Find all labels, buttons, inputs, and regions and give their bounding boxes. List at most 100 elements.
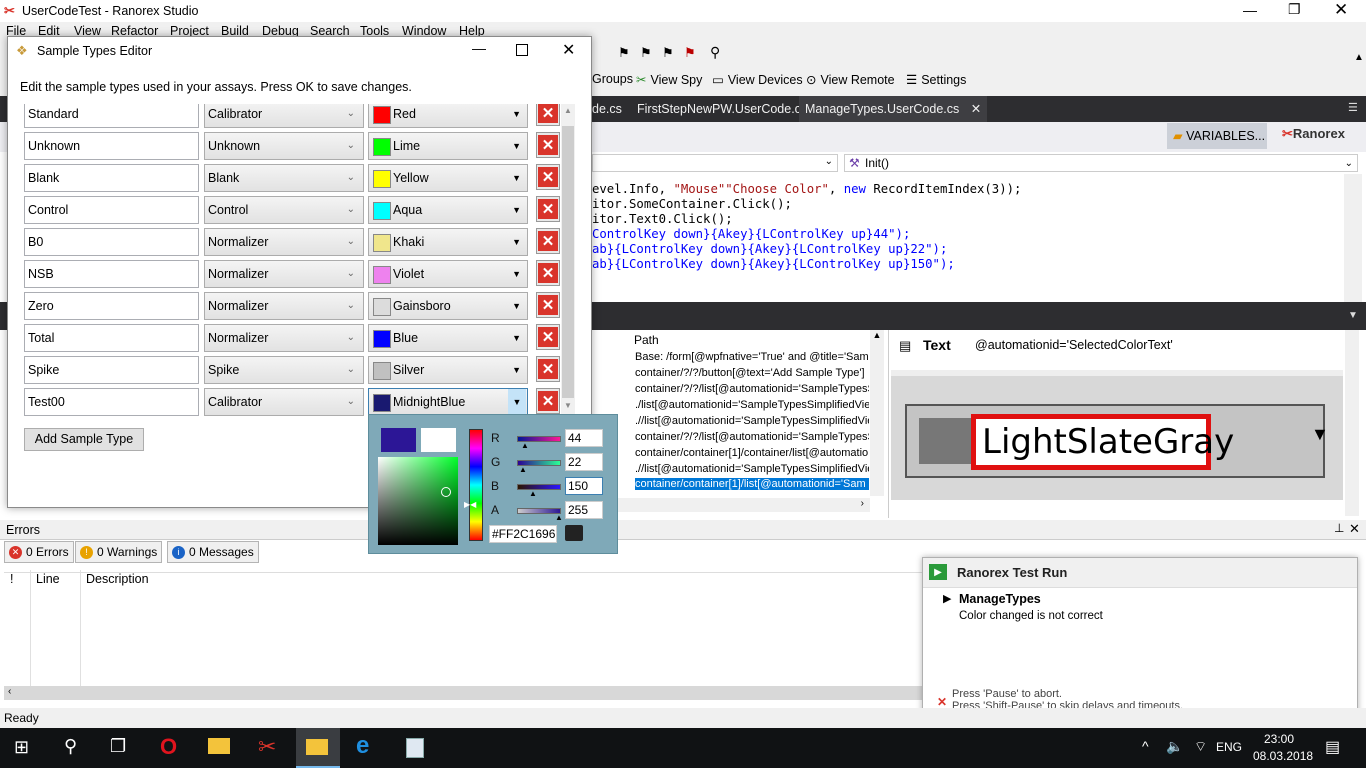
name-field[interactable]: Zero [24, 292, 199, 320]
file-explorer-icon[interactable] [208, 738, 230, 754]
current-color-swatch[interactable] [381, 428, 416, 452]
tab-close-icon[interactable]: ✕ [971, 102, 981, 116]
type-combo[interactable]: Calibrator ⌄ [204, 104, 364, 128]
saturation-value-area[interactable] [378, 457, 458, 545]
type-combo[interactable]: Normalizer ⌄ [204, 228, 364, 256]
color-combo-open[interactable]: MidnightBlue ▼ [368, 388, 528, 416]
color-combo[interactable]: Red ▼ [368, 104, 528, 128]
color-combo[interactable]: Blue ▼ [368, 324, 528, 352]
view-devices-button[interactable]: ▭ View Devices [712, 72, 803, 88]
blue-input[interactable]: 150 [565, 477, 603, 495]
messages-filter-button[interactable]: i0 Messages [167, 541, 259, 563]
tab-list-icon[interactable]: ☰ [1348, 101, 1358, 114]
type-combo[interactable]: Normalizer ⌄ [204, 292, 364, 320]
view-spy-button[interactable]: ✂ View Spy [636, 72, 702, 88]
tray-chevron-icon[interactable]: ^ [1142, 738, 1149, 754]
paths-hscrollbar[interactable]: › [592, 498, 870, 512]
editor-vscrollbar[interactable] [1344, 174, 1362, 302]
column-description[interactable]: Description [86, 572, 149, 586]
variables-button[interactable]: ▰ VARIABLES... [1167, 123, 1267, 149]
close-button[interactable]: ✕ [1334, 0, 1348, 20]
type-combo[interactable]: Normalizer ⌄ [204, 260, 364, 288]
path-row[interactable]: container/?/?/list[@automationid='Sample… [635, 383, 869, 395]
green-thumb[interactable]: ▲ [519, 465, 527, 474]
type-combo[interactable]: Calibrator ⌄ [204, 388, 364, 416]
folder-active-icon[interactable] [296, 728, 340, 768]
path-row[interactable]: Base: /form[@wpfnative='True' and @title… [635, 351, 869, 363]
minimize-button[interactable]: — [1243, 2, 1257, 18]
tab-firststepnewpw[interactable]: FirstStepNewPW.UserCode.cs [631, 96, 813, 122]
search-icon[interactable]: ⚲ [64, 736, 77, 757]
delete-button[interactable]: ✕ [536, 292, 560, 318]
add-sample-type-button[interactable]: Add Sample Type [24, 428, 144, 451]
expand-icon[interactable]: ▶ [943, 592, 951, 605]
toolbar-overflow-icon[interactable]: ▲ [1354, 52, 1364, 63]
tab-usercode-partial[interactable]: de.cs [586, 96, 628, 122]
close-icon[interactable]: ✕ [1349, 521, 1360, 537]
delete-button[interactable]: ✕ [536, 324, 560, 350]
tab-managetypes[interactable]: ManageTypes.UserCode.cs ✕ [799, 96, 988, 122]
type-combo[interactable]: Normalizer ⌄ [204, 324, 364, 352]
settings-button[interactable]: ☰ Settings [906, 72, 966, 88]
task-view-icon[interactable]: ❐ [110, 736, 126, 757]
path-row[interactable]: container/?/?/button[@text='Add Sample T… [635, 367, 869, 379]
delete-button[interactable]: ✕ [536, 228, 560, 254]
network-icon[interactable]: ⌔ [1194, 738, 1207, 756]
ranorex-taskbar-icon[interactable]: ✂ [258, 734, 276, 760]
name-field[interactable]: Standard [24, 104, 199, 128]
volume-icon[interactable]: 🔈 [1166, 738, 1183, 755]
color-combo[interactable]: Silver ▼ [368, 356, 528, 384]
restore-button[interactable]: ❐ [1288, 1, 1301, 18]
blue-slider[interactable] [517, 484, 561, 490]
flag-clear-icon[interactable]: ⚑ [684, 45, 696, 61]
path-row-selected[interactable]: container/container[1]/list[@automationi… [635, 478, 869, 490]
warnings-filter-button[interactable]: ! 0 Warnings [75, 541, 163, 563]
path-row[interactable]: .//list[@automationid='SampleTypesSimpli… [635, 415, 869, 427]
red-thumb[interactable]: ▲ [521, 441, 529, 450]
notepad-icon[interactable] [406, 738, 424, 758]
eyedropper-button[interactable] [565, 525, 583, 541]
scrollbar-thumb[interactable] [562, 126, 574, 398]
delete-button[interactable]: ✕ [536, 356, 560, 382]
blue-thumb[interactable]: ▲ [529, 489, 537, 498]
minimize-button[interactable]: — [472, 40, 486, 56]
name-field[interactable]: Total [24, 324, 199, 352]
delete-button[interactable]: ✕ [536, 164, 560, 190]
name-field[interactable]: Spike [24, 356, 199, 384]
paths-vscrollbar[interactable]: ▲ [870, 330, 884, 496]
type-combo[interactable]: Spike ⌄ [204, 356, 364, 384]
column-bang[interactable]: ! [10, 572, 13, 586]
delete-button[interactable]: ✕ [536, 260, 560, 286]
edge-icon[interactable]: e [356, 732, 369, 760]
opera-icon[interactable]: O [160, 734, 177, 760]
color-combo[interactable]: Khaki ▼ [368, 228, 528, 256]
path-row[interactable]: container/?/?/list[@automationid='Sample… [635, 431, 869, 443]
alpha-thumb[interactable]: ▲ [555, 513, 563, 522]
previous-color-swatch[interactable] [421, 428, 456, 452]
hex-input[interactable]: #FF2C1696 [489, 525, 557, 543]
flag-next-icon[interactable]: ⚑ [662, 45, 674, 61]
delete-button[interactable]: ✕ [536, 132, 560, 158]
name-field[interactable]: B0 [24, 228, 199, 256]
maximize-button[interactable] [516, 44, 528, 56]
hue-thumb[interactable]: ▶◀ [464, 500, 476, 509]
path-row[interactable]: ./list[@automationid='SampleTypesSimplif… [635, 399, 869, 411]
scroll-down-icon[interactable]: ▼ [564, 401, 572, 410]
name-field[interactable]: Test00 [24, 388, 199, 416]
color-cursor[interactable] [441, 487, 451, 497]
flag-icon[interactable]: ⚑ [618, 45, 630, 61]
name-field[interactable]: Control [24, 196, 199, 224]
color-combo[interactable]: Yellow ▼ [368, 164, 528, 192]
notifications-icon[interactable]: ▤ [1325, 737, 1340, 757]
delete-button[interactable]: ✕ [536, 196, 560, 222]
clock-date[interactable]: 08.03.2018 [1253, 749, 1313, 763]
errors-hscrollbar[interactable]: ‹ [4, 686, 922, 700]
name-field[interactable]: Unknown [24, 132, 199, 160]
path-row[interactable]: container/container[1]/container/list[@a… [635, 447, 869, 459]
name-field[interactable]: NSB [24, 260, 199, 288]
clock-time[interactable]: 23:00 [1264, 732, 1294, 746]
list-vscrollbar[interactable]: ▲ ▼ [561, 104, 575, 414]
alpha-input[interactable]: 255 [565, 501, 603, 519]
pin-icon[interactable]: ⊥ [1334, 521, 1344, 535]
delete-button[interactable]: ✕ [536, 388, 560, 414]
